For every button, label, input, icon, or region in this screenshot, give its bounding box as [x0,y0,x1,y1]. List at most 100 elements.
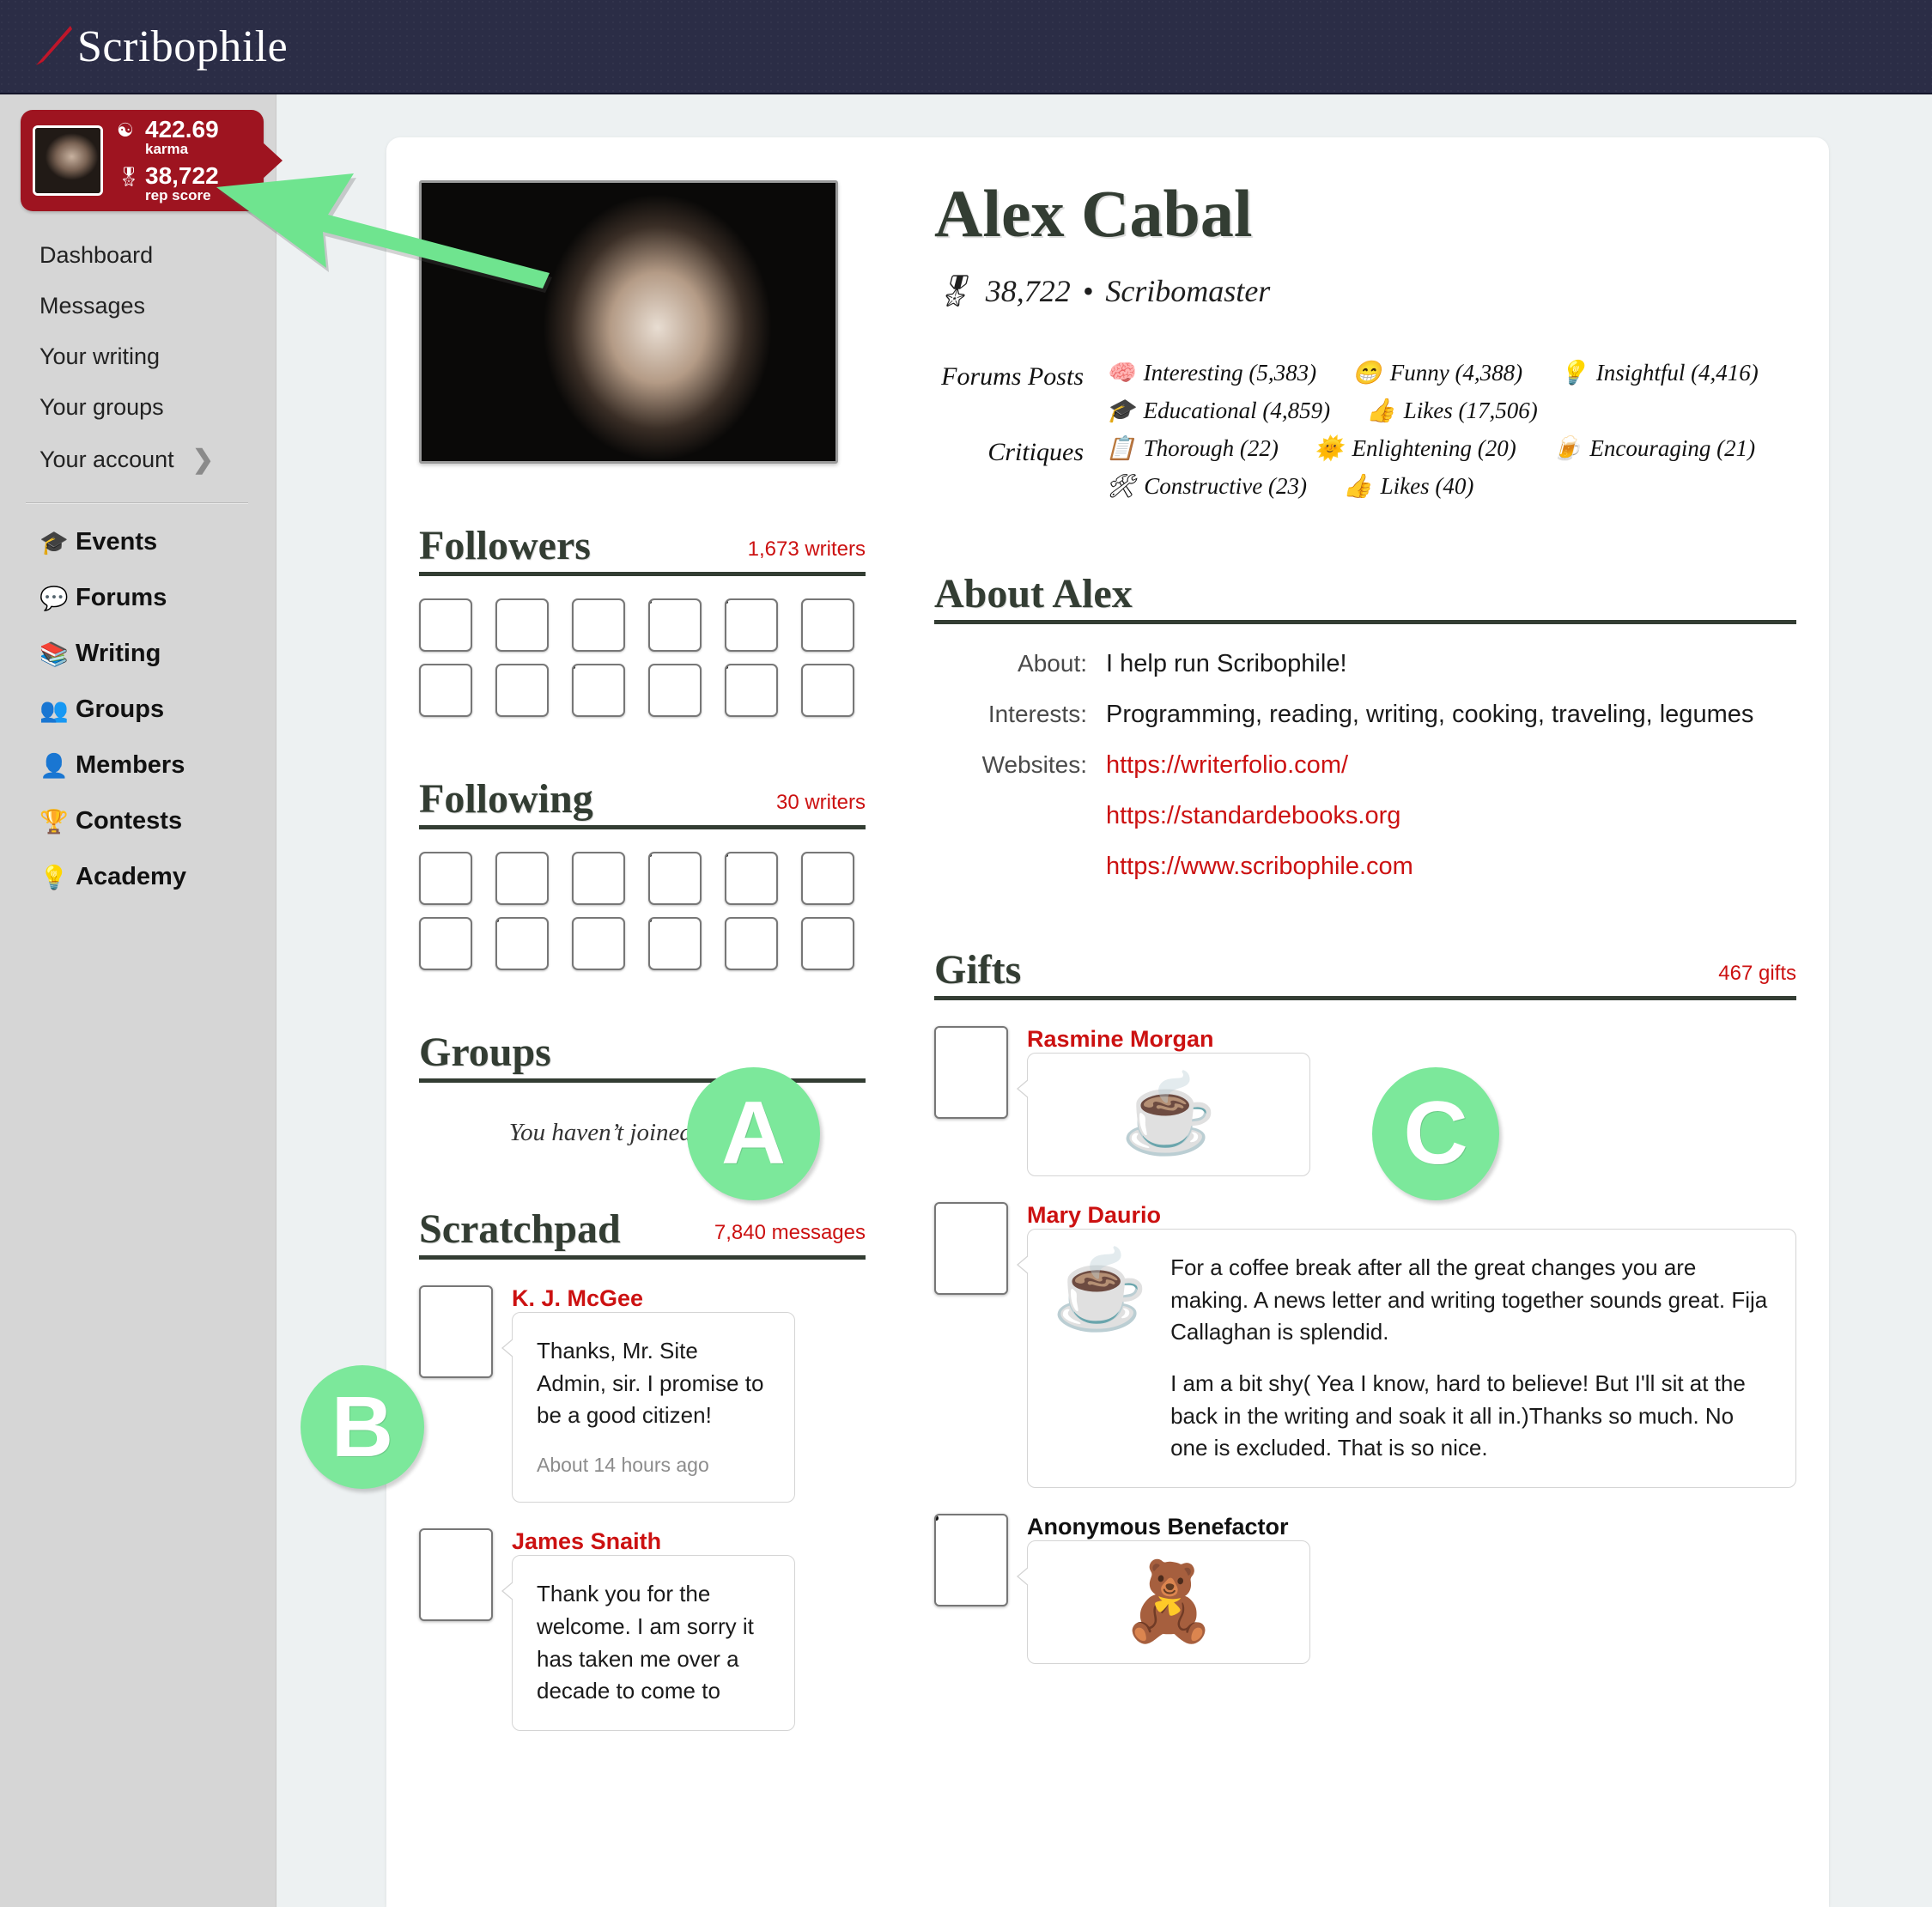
following-avatar[interactable] [648,917,702,970]
stat-label: Interesting (5,383) [1143,359,1317,386]
sidebar-item-label: Contests [76,807,183,835]
profile-card: Followers 1,673 writers Following 30 wri… [386,137,1829,1907]
rosette-icon: 🎖 [117,166,141,187]
sidebar-item-groups[interactable]: 👥 Groups [0,682,276,738]
follower-avatar[interactable] [648,598,702,652]
scratchpad-author[interactable]: James Snaith [512,1528,661,1554]
profile-photo[interactable] [419,180,838,464]
gift-sender[interactable]: Rasmine Morgan [1027,1026,1214,1052]
following-title: Following [419,776,593,822]
karma-stat: ☯ 422.69 karma [117,116,219,158]
following-avatar[interactable] [495,917,549,970]
graduation-cap-icon: 🎓 [39,529,69,556]
sidebar-item-dashboard[interactable]: Dashboard [0,230,276,281]
follower-avatar[interactable] [572,598,625,652]
stat-educational: 🎓 Educational (4,859) [1106,397,1330,424]
follower-avatar[interactable] [725,598,778,652]
following-avatar[interactable] [725,917,778,970]
sidebar-primary-nav: Dashboard Messages Your writing Your gro… [0,230,276,487]
scratchpad-section: Scratchpad 7,840 messages K. J. McGee Th… [419,1209,866,1732]
sidebar-item-members[interactable]: 👤 Members [0,738,276,793]
follower-avatar[interactable] [648,664,702,717]
avatar[interactable] [419,1528,493,1622]
thumbs-up-icon: 👍 [1343,473,1372,499]
following-avatar[interactable] [725,852,778,905]
website-link[interactable]: https://writerfolio.com/ [1106,751,1413,780]
sidebar-item-label: Events [76,528,158,556]
following-avatar[interactable] [801,917,854,970]
groups-empty-message: You haven’t joined any yet. [508,1119,776,1146]
follower-avatar[interactable] [801,664,854,717]
following-avatar[interactable] [572,852,625,905]
sidebar-item-label: Your account [39,446,174,472]
sidebar-item-academy[interactable]: 💡 Academy [0,849,276,905]
gift-item: Rasmine Morgan ☕ [934,1026,1796,1176]
sidebar-item-label: Messages [39,293,146,319]
following-avatar[interactable] [419,917,472,970]
profile-left-column: Followers 1,673 writers Following 30 wri… [419,180,866,1732]
avatar[interactable] [934,1514,1008,1607]
website-link[interactable]: https://www.scribophile.com [1106,853,1413,881]
sidebar-item-label: Forums [76,584,167,611]
stat-label: Likes (17,506) [1403,397,1538,423]
following-avatar[interactable] [495,852,549,905]
sidebar-item-contests[interactable]: 🏆 Contests [0,793,276,849]
followers-title: Followers [419,523,591,568]
following-avatar[interactable] [801,852,854,905]
books-icon: 📚 [39,641,69,667]
stat-thorough: 📋 Thorough (22) [1106,434,1279,462]
stat-critique-likes: 👍 Likes (40) [1343,472,1473,500]
sidebar-item-your-writing[interactable]: Your writing [0,331,276,382]
following-avatar[interactable] [648,852,702,905]
sidebar-item-your-groups[interactable]: Your groups [0,382,276,433]
follower-avatar[interactable] [572,664,625,717]
sidebar-item-your-account[interactable]: Your account ❯ [0,433,276,487]
scratchpad-timestamp: About 14 hours ago [537,1454,709,1477]
gift-message-paragraph: For a coffee break after all the great c… [1170,1254,1768,1345]
rep-score-stat: 🎖 38,722 rep score [117,163,219,204]
scratchpad-bubble: Thanks, Mr. Site Admin, sir. I promise t… [501,1312,795,1503]
user-stats-badge[interactable]: ☯ 422.69 karma 🎖 38,722 rep score [21,110,264,211]
follower-avatar[interactable] [495,664,549,717]
brain-icon: 🧠 [1106,360,1135,386]
tools-icon: 🛠 [1106,473,1136,499]
website-link[interactable]: https://standardebooks.org [1106,802,1413,830]
rank-separator: • [1082,274,1094,308]
follower-avatar[interactable] [725,664,778,717]
page-root: Scribophile ☯ 422.69 karma 🎖 38,722 rep … [0,0,1932,1907]
scratchpad-count[interactable]: 7,840 messages [714,1221,866,1250]
avatar[interactable] [419,1285,493,1378]
about-value: I help run Scribophile! [1106,650,1347,677]
followers-count[interactable]: 1,673 writers [748,537,866,567]
gift-sender: Anonymous Benefactor [1027,1514,1289,1540]
speech-bubble-icon: 💬 [39,585,69,611]
stat-encouraging: 🍺 Encouraging (21) [1552,434,1755,462]
following-avatar[interactable] [419,852,472,905]
follower-avatar[interactable] [495,598,549,652]
following-avatar[interactable] [572,917,625,970]
follower-avatar[interactable] [801,598,854,652]
clipboard-icon: 📋 [1106,435,1135,461]
graduation-cap-icon: 🎓 [1106,398,1135,423]
gift-sender[interactable]: Mary Daurio [1027,1202,1161,1228]
follower-avatar[interactable] [419,598,472,652]
site-logo[interactable]: Scribophile [29,21,288,72]
lightbulb-icon: 💡 [39,864,69,890]
sidebar-item-messages[interactable]: Messages [0,281,276,331]
critiques-stats: Critiques 📋 Thorough (22) 🌞 Enlightening… [934,434,1796,500]
follower-avatar[interactable] [419,664,472,717]
scratchpad-author[interactable]: K. J. McGee [512,1285,643,1311]
sidebar-item-forums[interactable]: 💬 Forums [0,570,276,626]
gift-bubble: ☕ [1017,1053,1310,1176]
gifts-count[interactable]: 467 gifts [1718,962,1796,991]
stat-label: Enlightening (20) [1352,434,1516,461]
top-navigation-bar: Scribophile [0,0,1932,94]
avatar[interactable] [934,1202,1008,1295]
following-count[interactable]: 30 writers [776,791,866,820]
sidebar-item-events[interactable]: 🎓 Events [0,514,276,570]
trophy-icon: 🏆 [39,808,69,835]
sidebar-item-writing[interactable]: 📚 Writing [0,626,276,682]
avatar[interactable] [934,1026,1008,1119]
sun-icon: 🌞 [1314,435,1344,461]
websites-key: Websites: [981,751,1087,778]
